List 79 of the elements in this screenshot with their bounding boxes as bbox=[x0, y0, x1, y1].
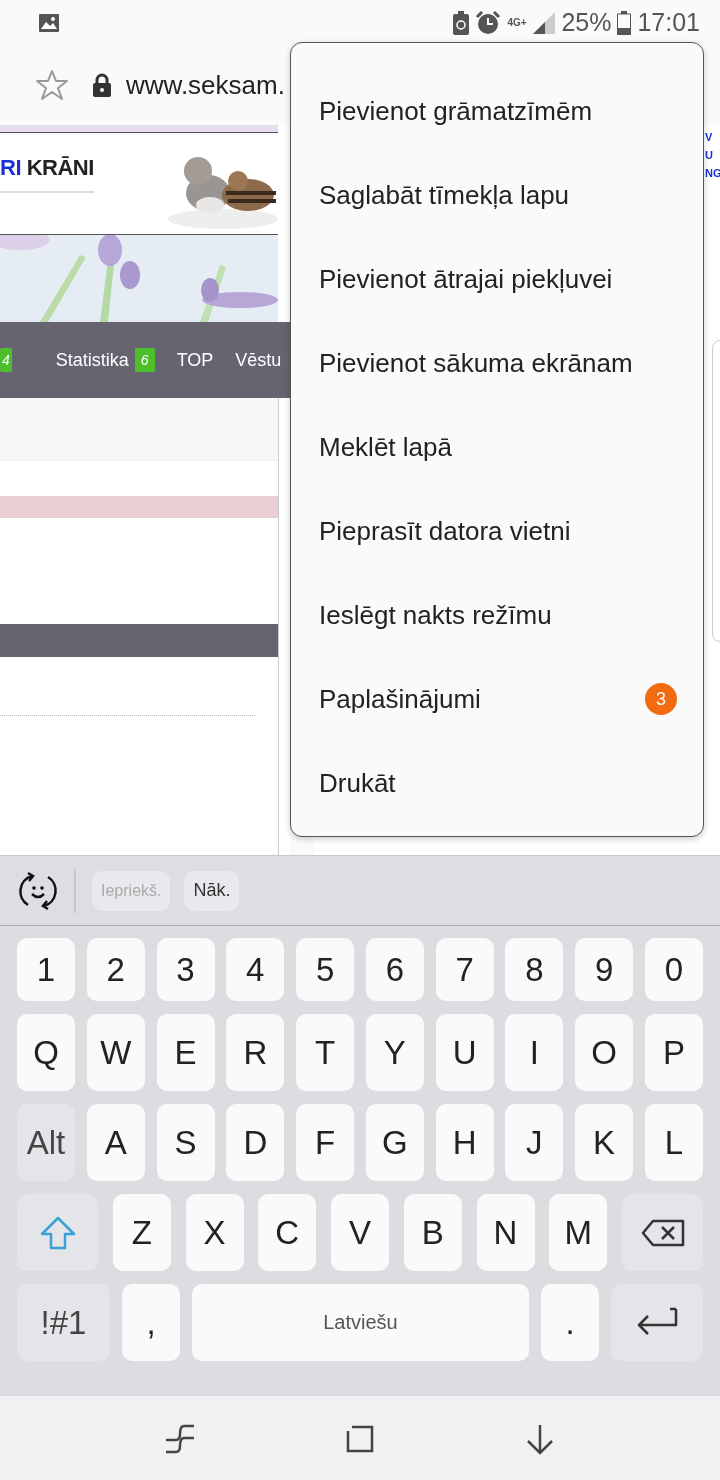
menu-item[interactable]: Drukāt bbox=[291, 741, 703, 825]
key[interactable]: U bbox=[435, 1014, 494, 1091]
menu-item[interactable]: Pievienot grāmatzīmēm bbox=[291, 69, 703, 153]
key[interactable]: J bbox=[505, 1104, 564, 1181]
key[interactable]: M bbox=[549, 1194, 608, 1271]
key[interactable]: . bbox=[541, 1284, 599, 1361]
key[interactable]: L bbox=[644, 1104, 703, 1181]
nav-link[interactable]: Statistika bbox=[55, 349, 129, 371]
key[interactable]: A bbox=[86, 1104, 145, 1181]
nav-link[interactable]: TOP bbox=[176, 349, 214, 371]
space-key[interactable]: Latviešu bbox=[192, 1284, 529, 1361]
network-type: 4G+ bbox=[507, 17, 528, 28]
key[interactable]: K bbox=[575, 1104, 634, 1181]
key[interactable]: 3 bbox=[156, 938, 215, 1001]
key[interactable]: 5 bbox=[296, 938, 355, 1001]
key[interactable]: !#1 bbox=[17, 1284, 110, 1361]
battery-percent: 25% bbox=[561, 8, 612, 37]
key[interactable]: I bbox=[505, 1014, 564, 1091]
next-button[interactable]: Nāk. bbox=[184, 870, 240, 911]
nav-link[interactable]: Vēstu bbox=[235, 349, 282, 371]
key[interactable]: 2 bbox=[86, 938, 145, 1001]
key[interactable]: 4 bbox=[226, 938, 285, 1001]
signal-icon bbox=[533, 11, 556, 34]
menu-item[interactable]: Meklēt lapā bbox=[291, 405, 703, 489]
key[interactable]: O bbox=[575, 1014, 634, 1091]
link-text[interactable]: NG bbox=[705, 167, 720, 179]
key[interactable]: T bbox=[296, 1014, 355, 1091]
key[interactable]: N bbox=[476, 1194, 535, 1271]
key[interactable]: 8 bbox=[505, 938, 564, 1001]
url-field[interactable]: www.seksam. bbox=[126, 69, 285, 101]
shift-icon bbox=[39, 1215, 76, 1250]
key[interactable]: S bbox=[156, 1104, 215, 1181]
battery-saver-icon bbox=[453, 10, 470, 35]
count-badge: 4 bbox=[0, 348, 12, 372]
backspace-icon bbox=[640, 1218, 685, 1247]
back-icon[interactable] bbox=[524, 1422, 556, 1455]
site-logo: RI KRĀNI bbox=[0, 155, 94, 181]
enter-key[interactable] bbox=[611, 1284, 703, 1361]
star-icon[interactable] bbox=[36, 69, 68, 101]
key[interactable]: , bbox=[122, 1284, 180, 1361]
menu-item[interactable]: Pieprasīt datora vietni bbox=[291, 489, 703, 573]
key[interactable]: 7 bbox=[435, 938, 494, 1001]
recent-apps-icon[interactable] bbox=[164, 1423, 196, 1454]
emoji-sync-icon[interactable] bbox=[18, 870, 58, 911]
key[interactable]: 0 bbox=[644, 938, 703, 1001]
image-icon bbox=[38, 12, 60, 33]
battery-icon bbox=[617, 10, 632, 35]
key[interactable]: H bbox=[435, 1104, 494, 1181]
key[interactable]: Q bbox=[17, 1014, 75, 1091]
key[interactable]: 1 bbox=[17, 938, 75, 1001]
key[interactable]: Alt bbox=[17, 1104, 75, 1181]
key[interactable]: V bbox=[331, 1194, 389, 1271]
key[interactable]: F bbox=[296, 1104, 355, 1181]
key[interactable]: D bbox=[226, 1104, 285, 1181]
key[interactable]: E bbox=[156, 1014, 215, 1091]
key[interactable]: 6 bbox=[365, 938, 424, 1001]
key[interactable]: B bbox=[403, 1194, 462, 1271]
key[interactable]: Y bbox=[365, 1014, 424, 1091]
backspace-key[interactable] bbox=[622, 1194, 703, 1271]
key[interactable]: X bbox=[185, 1194, 244, 1271]
menu-item[interactable]: Pievienot ātrajai piekļuvei bbox=[291, 237, 703, 321]
menu-item[interactable]: Paplašinājumi 3 bbox=[291, 657, 703, 741]
key[interactable]: 9 bbox=[575, 938, 634, 1001]
alarm-icon bbox=[475, 10, 502, 35]
key[interactable]: G bbox=[365, 1104, 424, 1181]
key[interactable]: C bbox=[258, 1194, 317, 1271]
menu-item[interactable]: Saglabāt tīmekļa lapu bbox=[291, 153, 703, 237]
clock: 17:01 bbox=[637, 8, 700, 37]
key[interactable]: Z bbox=[112, 1194, 171, 1271]
key[interactable]: R bbox=[226, 1014, 285, 1091]
count-badge: 3 bbox=[645, 683, 677, 715]
key[interactable]: P bbox=[644, 1014, 703, 1091]
link-text[interactable]: U bbox=[705, 149, 720, 161]
count-badge: 6 bbox=[134, 348, 155, 372]
menu-item[interactable]: Pievienot sākuma ekrānam bbox=[291, 321, 703, 405]
lock-icon bbox=[92, 73, 112, 97]
link-text[interactable]: V bbox=[705, 131, 720, 143]
menu-item[interactable]: Ieslēgt nakts režīmu bbox=[291, 573, 703, 657]
key[interactable]: W bbox=[86, 1014, 145, 1091]
